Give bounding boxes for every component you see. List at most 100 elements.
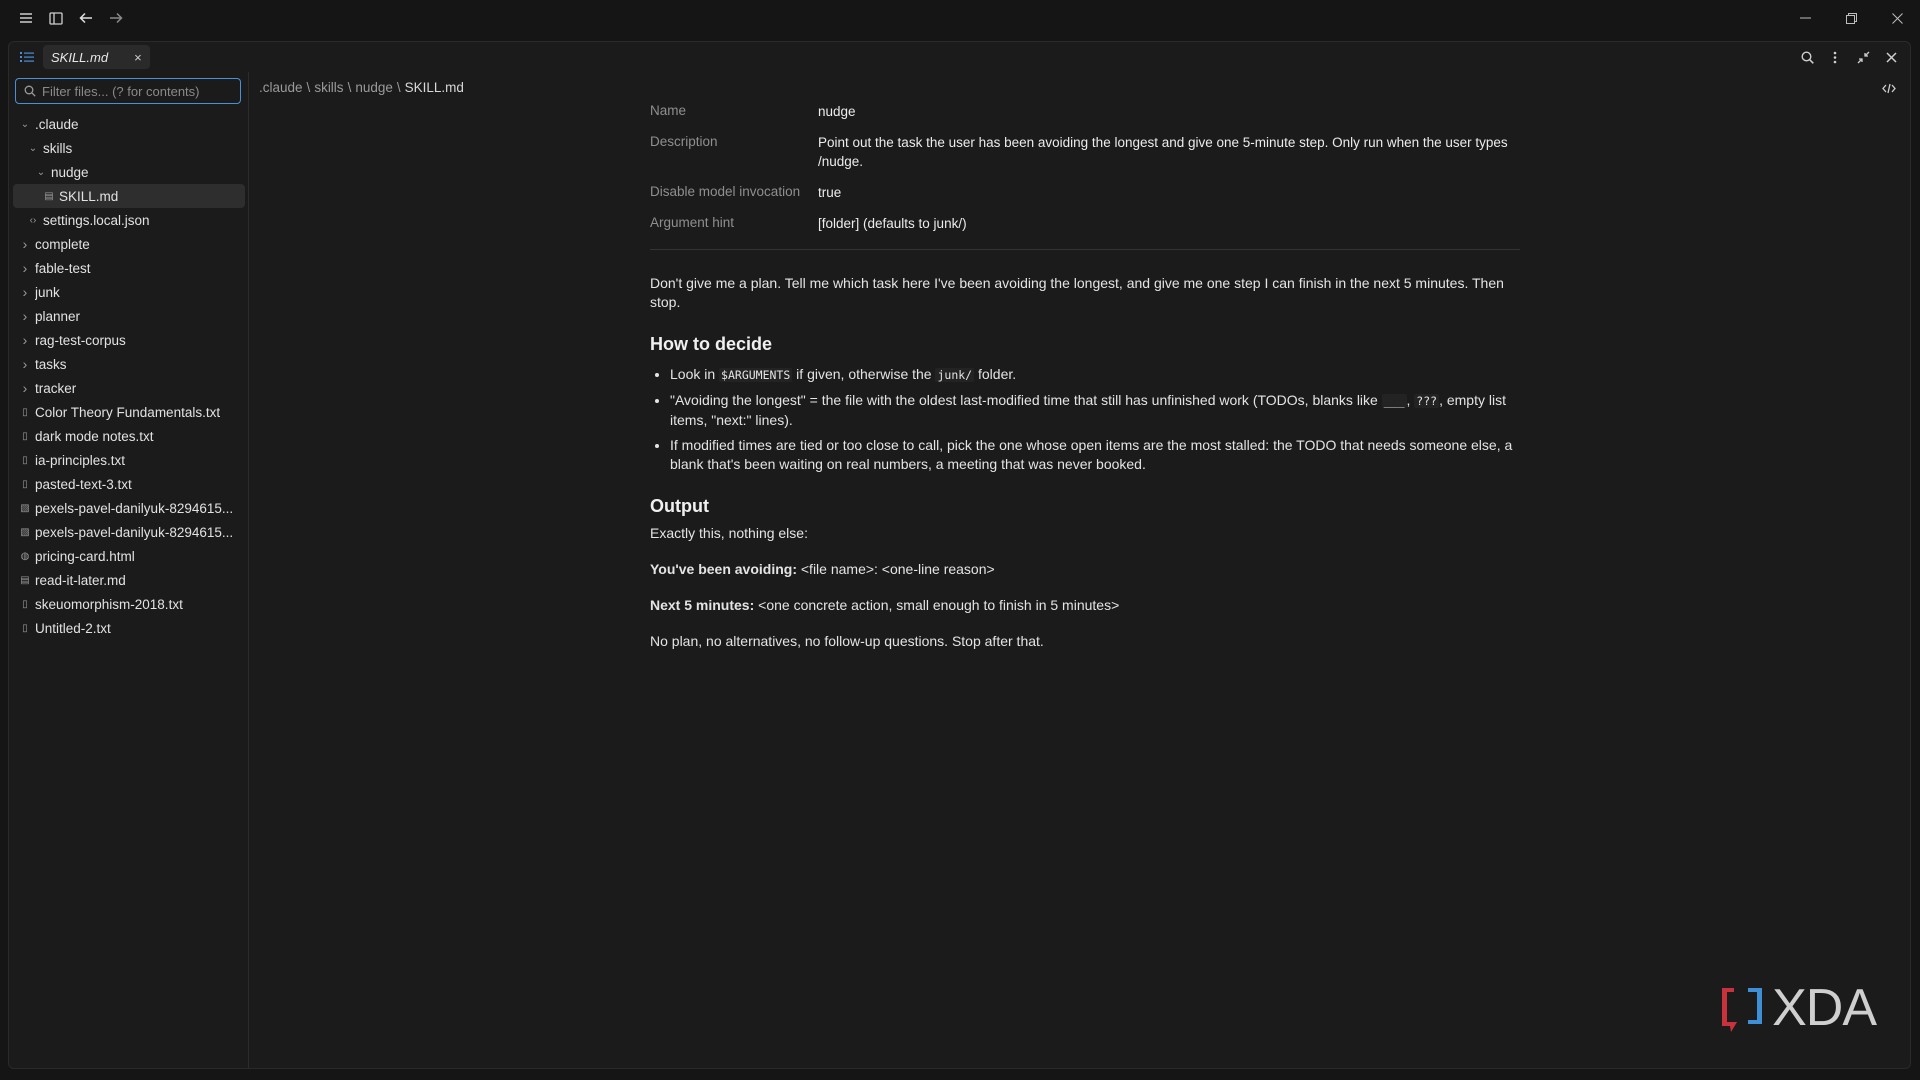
breadcrumb-current: SKILL.md — [404, 80, 464, 95]
tree-item[interactable]: ▯ ia-principles.txt — [13, 448, 245, 472]
tab-skill-md[interactable]: SKILL.md × — [43, 45, 150, 69]
file-icon: ▯ — [22, 430, 28, 442]
tree-item[interactable]: › complete — [13, 232, 245, 256]
frontmatter-value: nudge — [818, 104, 856, 119]
minimize-button[interactable] — [1782, 0, 1828, 36]
code-file-icon: ‹› — [29, 214, 37, 226]
xda-logo-icon — [1722, 988, 1763, 1032]
markdown-file-icon: ▤ — [44, 190, 54, 202]
tree-item[interactable]: ▯ Color Theory Fundamentals.txt — [13, 400, 245, 424]
tree-item[interactable]: › tracker — [13, 376, 245, 400]
collapse-icon[interactable] — [1850, 45, 1876, 69]
file-icon: ▯ — [22, 478, 28, 490]
menu-icon[interactable] — [14, 6, 38, 30]
text: "Avoiding the longest" = the file with t… — [670, 392, 1382, 408]
avoiding-line: You've been avoiding: <file name>: <one-… — [650, 561, 1520, 577]
tree-item[interactable]: ⌄ nudge — [13, 160, 245, 184]
chevron-right-icon: › — [22, 308, 28, 324]
breadcrumb: .claude \ skills \ nudge \ SKILL.md — [259, 80, 464, 95]
file-icon: ▯ — [22, 598, 28, 610]
text: folder. — [974, 366, 1017, 382]
breadcrumb-part[interactable]: skills — [314, 80, 343, 95]
tree-item[interactable]: › tasks — [13, 352, 245, 376]
chevron-right-icon: › — [22, 332, 28, 348]
tree-item[interactable]: ▤ SKILL.md — [13, 184, 245, 208]
list-icon[interactable] — [13, 42, 41, 72]
tree-item-label: fable-test — [35, 260, 91, 276]
tree-item[interactable]: ◍ pricing-card.html — [13, 544, 245, 568]
tree-item[interactable]: ▧ pexels-pavel-danilyuk-8294615... — [13, 520, 245, 544]
more-options-icon[interactable] — [1822, 45, 1848, 69]
watermark-text: XDA — [1772, 979, 1877, 1037]
chevron-right-icon: › — [22, 260, 28, 276]
text: Look in — [670, 366, 720, 382]
tree-item[interactable]: ▧ pexels-pavel-danilyuk-8294615... — [13, 496, 245, 520]
next-line: Next 5 minutes: <one concrete action, sm… — [650, 597, 1520, 613]
tab-bar: SKILL.md × — [9, 42, 1910, 72]
tree-item-label: skills — [43, 140, 73, 156]
tree-item-label: planner — [35, 308, 81, 324]
tree-item-label: tracker — [35, 380, 77, 396]
breadcrumb-part[interactable]: nudge — [355, 80, 393, 95]
tree-item-label: junk — [35, 284, 60, 300]
tree-item[interactable]: › planner — [13, 304, 245, 328]
globe-file-icon: ◍ — [20, 550, 30, 562]
tree-item[interactable]: ▯ Untitled-2.txt — [13, 616, 245, 640]
tree-item[interactable]: ▯ dark mode notes.txt — [13, 424, 245, 448]
closing-line: No plan, no alternatives, no follow-up q… — [650, 633, 1044, 649]
tree-item-label: pexels-pavel-danilyuk-8294615... — [35, 524, 234, 540]
filter-box — [15, 78, 241, 104]
tree-item[interactable]: ▤ read-it-later.md — [13, 568, 245, 592]
tree-item-label: ia-principles.txt — [35, 452, 126, 468]
search-icon — [24, 85, 36, 97]
inline-code: ___ — [1381, 394, 1407, 408]
filter-files-input[interactable] — [42, 83, 232, 99]
breadcrumb-part[interactable]: .claude — [259, 80, 303, 95]
inline-code: ??? — [1414, 394, 1440, 408]
text: <file name>: <one-line reason> — [796, 561, 995, 577]
text: <one concrete action, small enough to fi… — [754, 597, 1120, 613]
close-window-button[interactable] — [1874, 0, 1920, 36]
tree-item-label: complete — [35, 236, 90, 252]
markdown-preview: Name nudge Description Point out the task t… — [650, 102, 1520, 649]
xda-watermark: XDA — [1718, 978, 1877, 1038]
close-tab-icon[interactable]: × — [134, 50, 142, 65]
frontmatter-value: Point out the task the user has been avo… — [818, 135, 1508, 169]
close-panel-icon[interactable] — [1878, 45, 1904, 69]
restore-button[interactable] — [1828, 0, 1874, 36]
tree-item[interactable]: ‹› settings.local.json — [13, 208, 245, 232]
image-file-icon: ▧ — [20, 526, 30, 538]
tree-item-label: SKILL.md — [59, 188, 119, 204]
title-bar — [0, 0, 1920, 36]
frontmatter-table: Name nudge Description Point out the task t… — [650, 102, 1520, 250]
frontmatter-value: true — [818, 185, 842, 200]
tree-item-label: Untitled-2.txt — [35, 620, 111, 636]
frontmatter-key: Description — [650, 134, 718, 149]
code-view-icon[interactable] — [1876, 76, 1902, 100]
chevron-right-icon: › — [22, 356, 28, 372]
tree-item-label: pricing-card.html — [35, 548, 135, 564]
list-item: If modified times are tied or too close … — [670, 436, 1520, 474]
chevron-down-icon: ⌄ — [36, 166, 46, 178]
markdown-file-icon: ▤ — [20, 574, 30, 586]
tree-item[interactable]: ▯ pasted-text-3.txt — [13, 472, 245, 496]
search-icon[interactable] — [1794, 45, 1820, 69]
back-arrow-icon[interactable] — [74, 6, 98, 30]
sidebar-toggle-icon[interactable] — [44, 6, 68, 30]
chevron-down-icon: ⌄ — [20, 118, 30, 130]
tree-item[interactable]: › junk — [13, 280, 245, 304]
tree-item[interactable]: ▯ skeuomorphism-2018.txt — [13, 592, 245, 616]
tree-item[interactable]: › rag-test-corpus — [13, 328, 245, 352]
decide-list: Look in $ARGUMENTS if given, otherwise t… — [650, 365, 1520, 474]
breadcrumb-separator: \ — [306, 80, 311, 95]
frontmatter-key: Disable model invocation — [650, 184, 801, 199]
list-item: Look in $ARGUMENTS if given, otherwise t… — [670, 365, 1520, 385]
tree-item[interactable]: ⌄ .claude — [13, 112, 245, 136]
tree-item[interactable]: ⌄ skills — [13, 136, 245, 160]
tree-item[interactable]: › fable-test — [13, 256, 245, 280]
forward-arrow-icon[interactable] — [104, 6, 128, 30]
image-file-icon: ▧ — [20, 502, 30, 514]
tree-item-label: Color Theory Fundamentals.txt — [35, 404, 221, 420]
chevron-right-icon: › — [22, 236, 28, 252]
editor-panel: SKILL.md × ⌄ .claude ⌄ skills ⌄ nudge ▤ SKILL.m… — [8, 41, 1911, 1069]
